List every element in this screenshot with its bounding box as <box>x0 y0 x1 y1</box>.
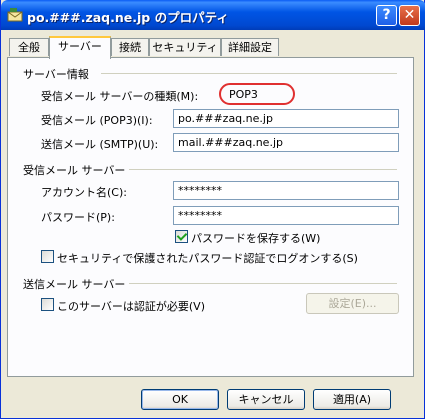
divider <box>129 169 397 170</box>
settings-button[interactable]: 設定(E)... <box>306 293 399 314</box>
properties-window: po.###.zaq.ne.jp のプロパティ ? ✕ 全般 サーバー 接続 セ… <box>0 0 425 419</box>
incoming-server-field[interactable]: po.###zaq.ne.jp <box>173 109 399 128</box>
ok-button[interactable]: OK <box>141 389 219 410</box>
title-bar[interactable]: po.###.zaq.ne.jp のプロパティ ? ✕ <box>1 0 425 30</box>
divider <box>101 73 397 74</box>
save-password-checkbox[interactable] <box>175 230 188 243</box>
mail-account-icon <box>7 8 23 22</box>
tab-connection[interactable]: 接続 <box>111 38 149 56</box>
incoming-server-heading: 受信メール サーバー <box>23 164 126 177</box>
tab-server[interactable]: サーバー <box>49 36 111 59</box>
outgoing-server-field[interactable]: mail.###zaq.ne.jp <box>173 133 399 152</box>
outgoing-server-heading: 送信メール サーバー <box>23 278 126 291</box>
server-type-value: POP3 <box>229 88 258 101</box>
spa-logon-label[interactable]: セキュリティで保護されたパスワード認証でログオンする(S) <box>57 250 358 266</box>
apply-button[interactable]: 適用(A) <box>313 389 391 410</box>
password-label: パスワード(P): <box>41 211 115 224</box>
tab-security[interactable]: セキュリティ <box>149 38 221 56</box>
server-type-label: 受信メール サーバーの種類(M): <box>41 90 199 103</box>
tab-advanced[interactable]: 詳細設定 <box>221 38 279 56</box>
incoming-server-label: 受信メール (POP3)(I): <box>41 114 153 127</box>
tab-general[interactable]: 全般 <box>9 38 49 56</box>
auth-required-label[interactable]: このサーバーは認証が必要(V) <box>57 298 205 314</box>
spa-logon-checkbox[interactable] <box>41 250 54 263</box>
save-password-label[interactable]: パスワードを保存する(W) <box>191 230 320 246</box>
divider <box>129 283 397 284</box>
auth-required-checkbox[interactable] <box>41 298 54 311</box>
help-button[interactable]: ? <box>376 5 397 26</box>
server-info-heading: サーバー情報 <box>23 68 89 81</box>
outgoing-server-label: 送信メール (SMTP)(U): <box>41 138 159 151</box>
close-button[interactable]: ✕ <box>399 5 420 26</box>
cancel-button[interactable]: キャンセル <box>227 389 305 410</box>
account-name-field[interactable]: ******** <box>173 181 399 200</box>
window-title: po.###.zaq.ne.jp のプロパティ <box>27 10 229 25</box>
password-field[interactable]: ******** <box>173 206 399 225</box>
account-name-label: アカウント名(C): <box>41 186 127 199</box>
